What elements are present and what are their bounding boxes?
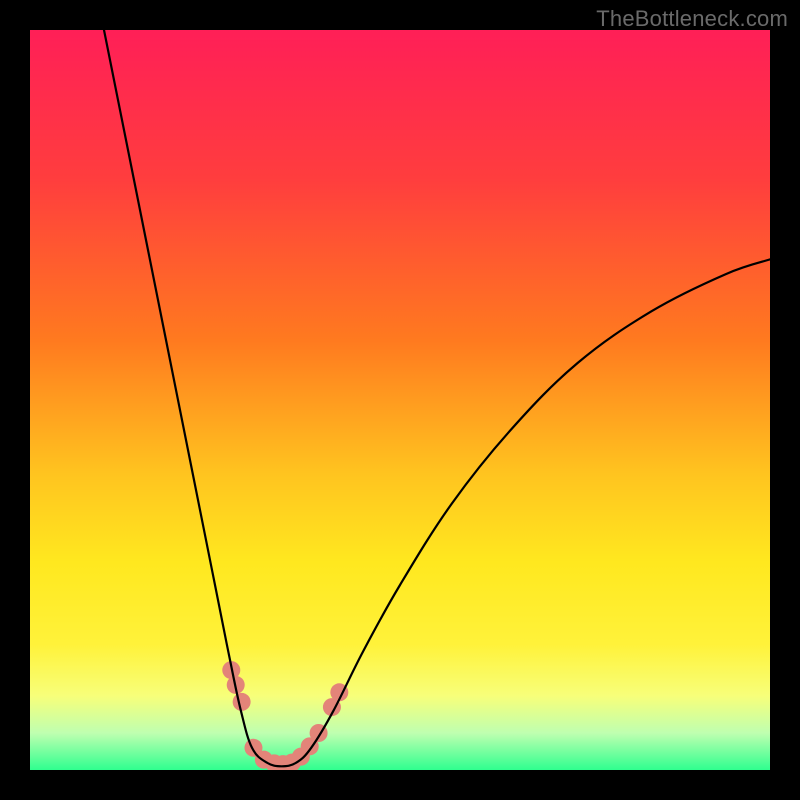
data-dot — [233, 693, 251, 711]
plot-area — [30, 30, 770, 770]
gradient-background — [30, 30, 770, 770]
watermark-text: TheBottleneck.com — [596, 6, 788, 32]
chart-frame: TheBottleneck.com — [0, 0, 800, 800]
plot-svg — [30, 30, 770, 770]
